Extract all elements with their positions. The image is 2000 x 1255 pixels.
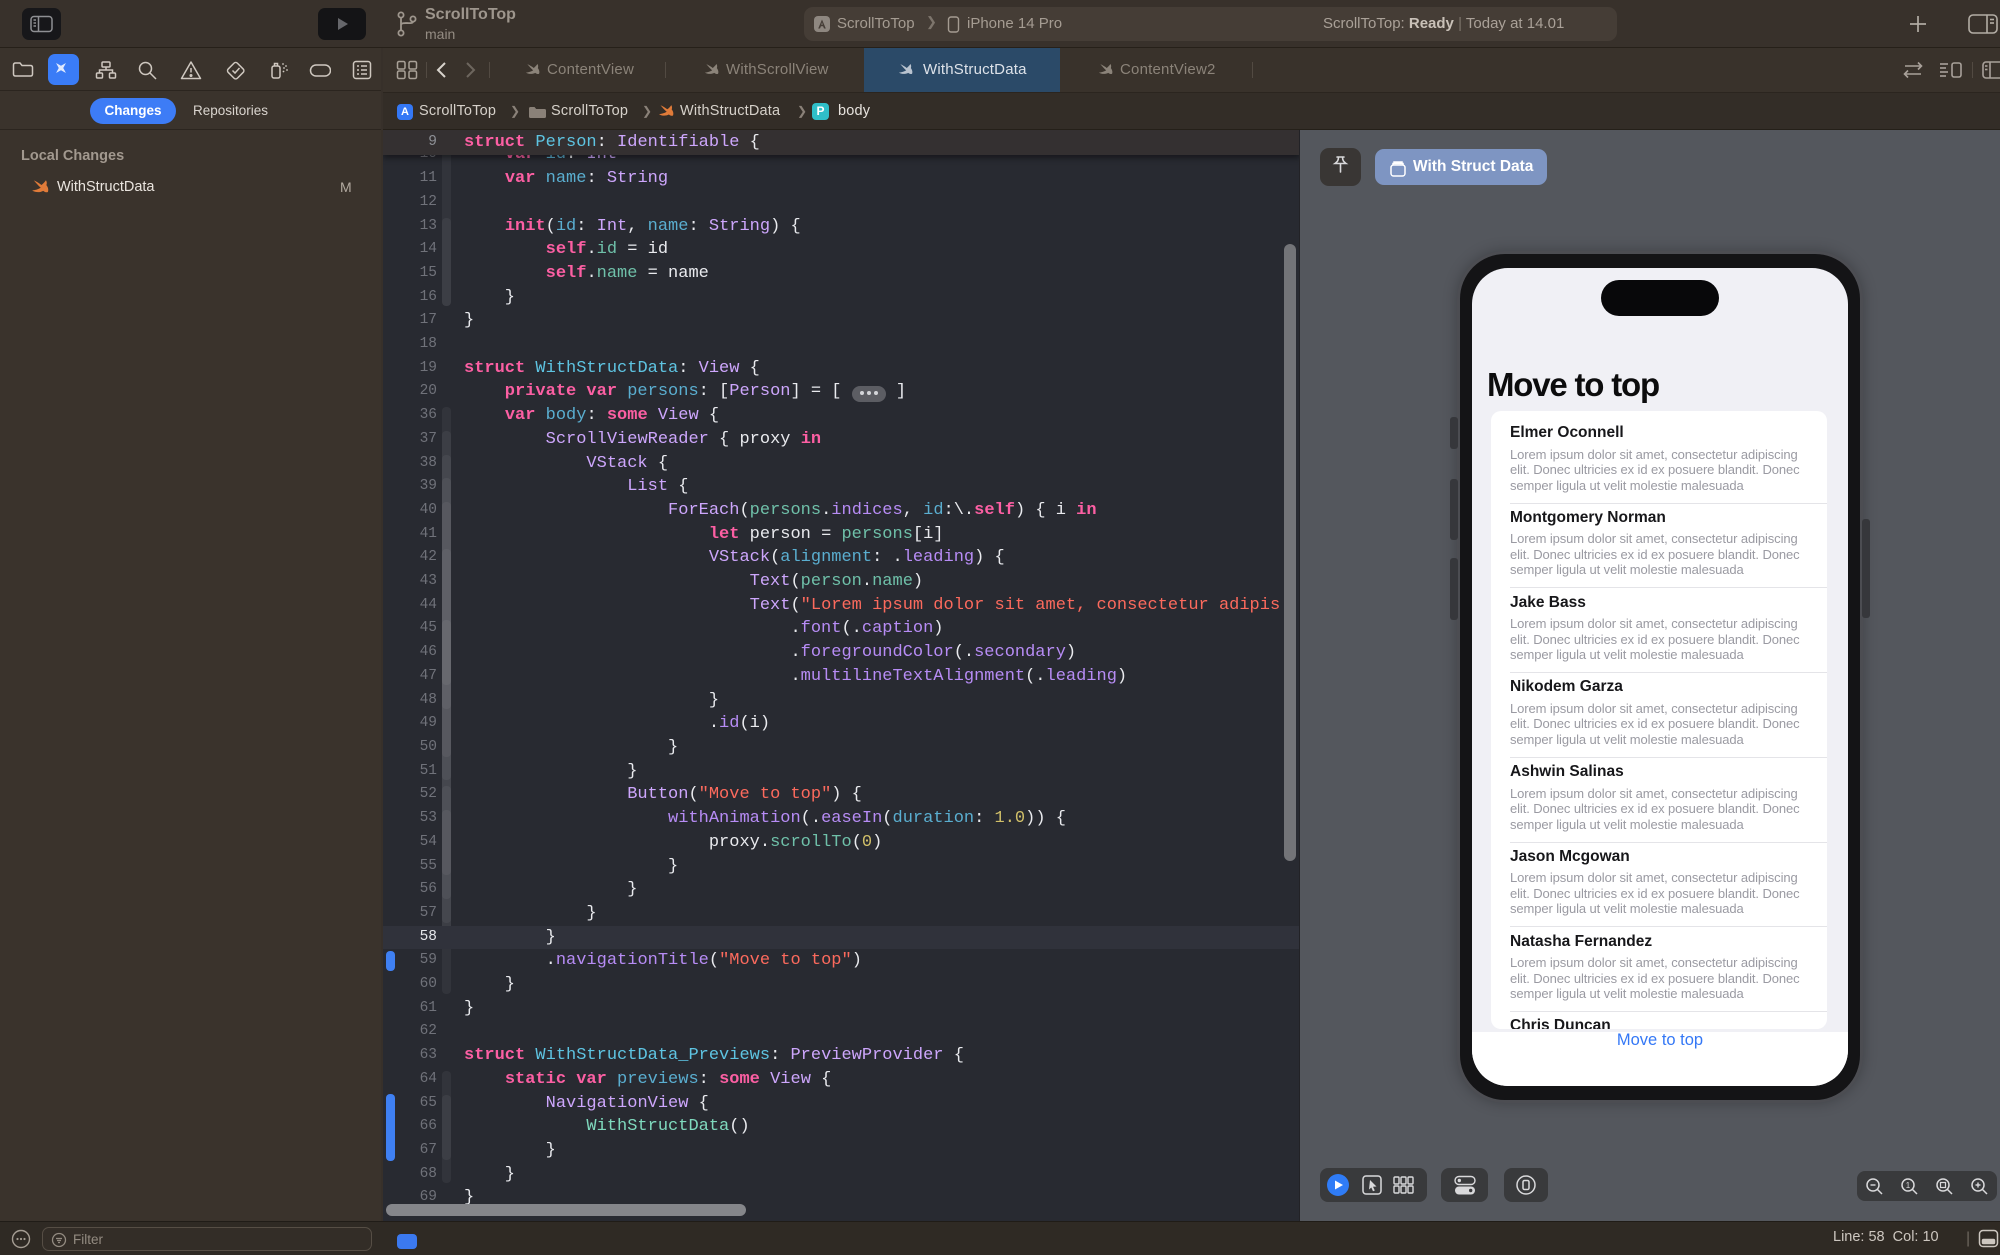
- svg-text:1: 1: [1906, 1181, 1911, 1190]
